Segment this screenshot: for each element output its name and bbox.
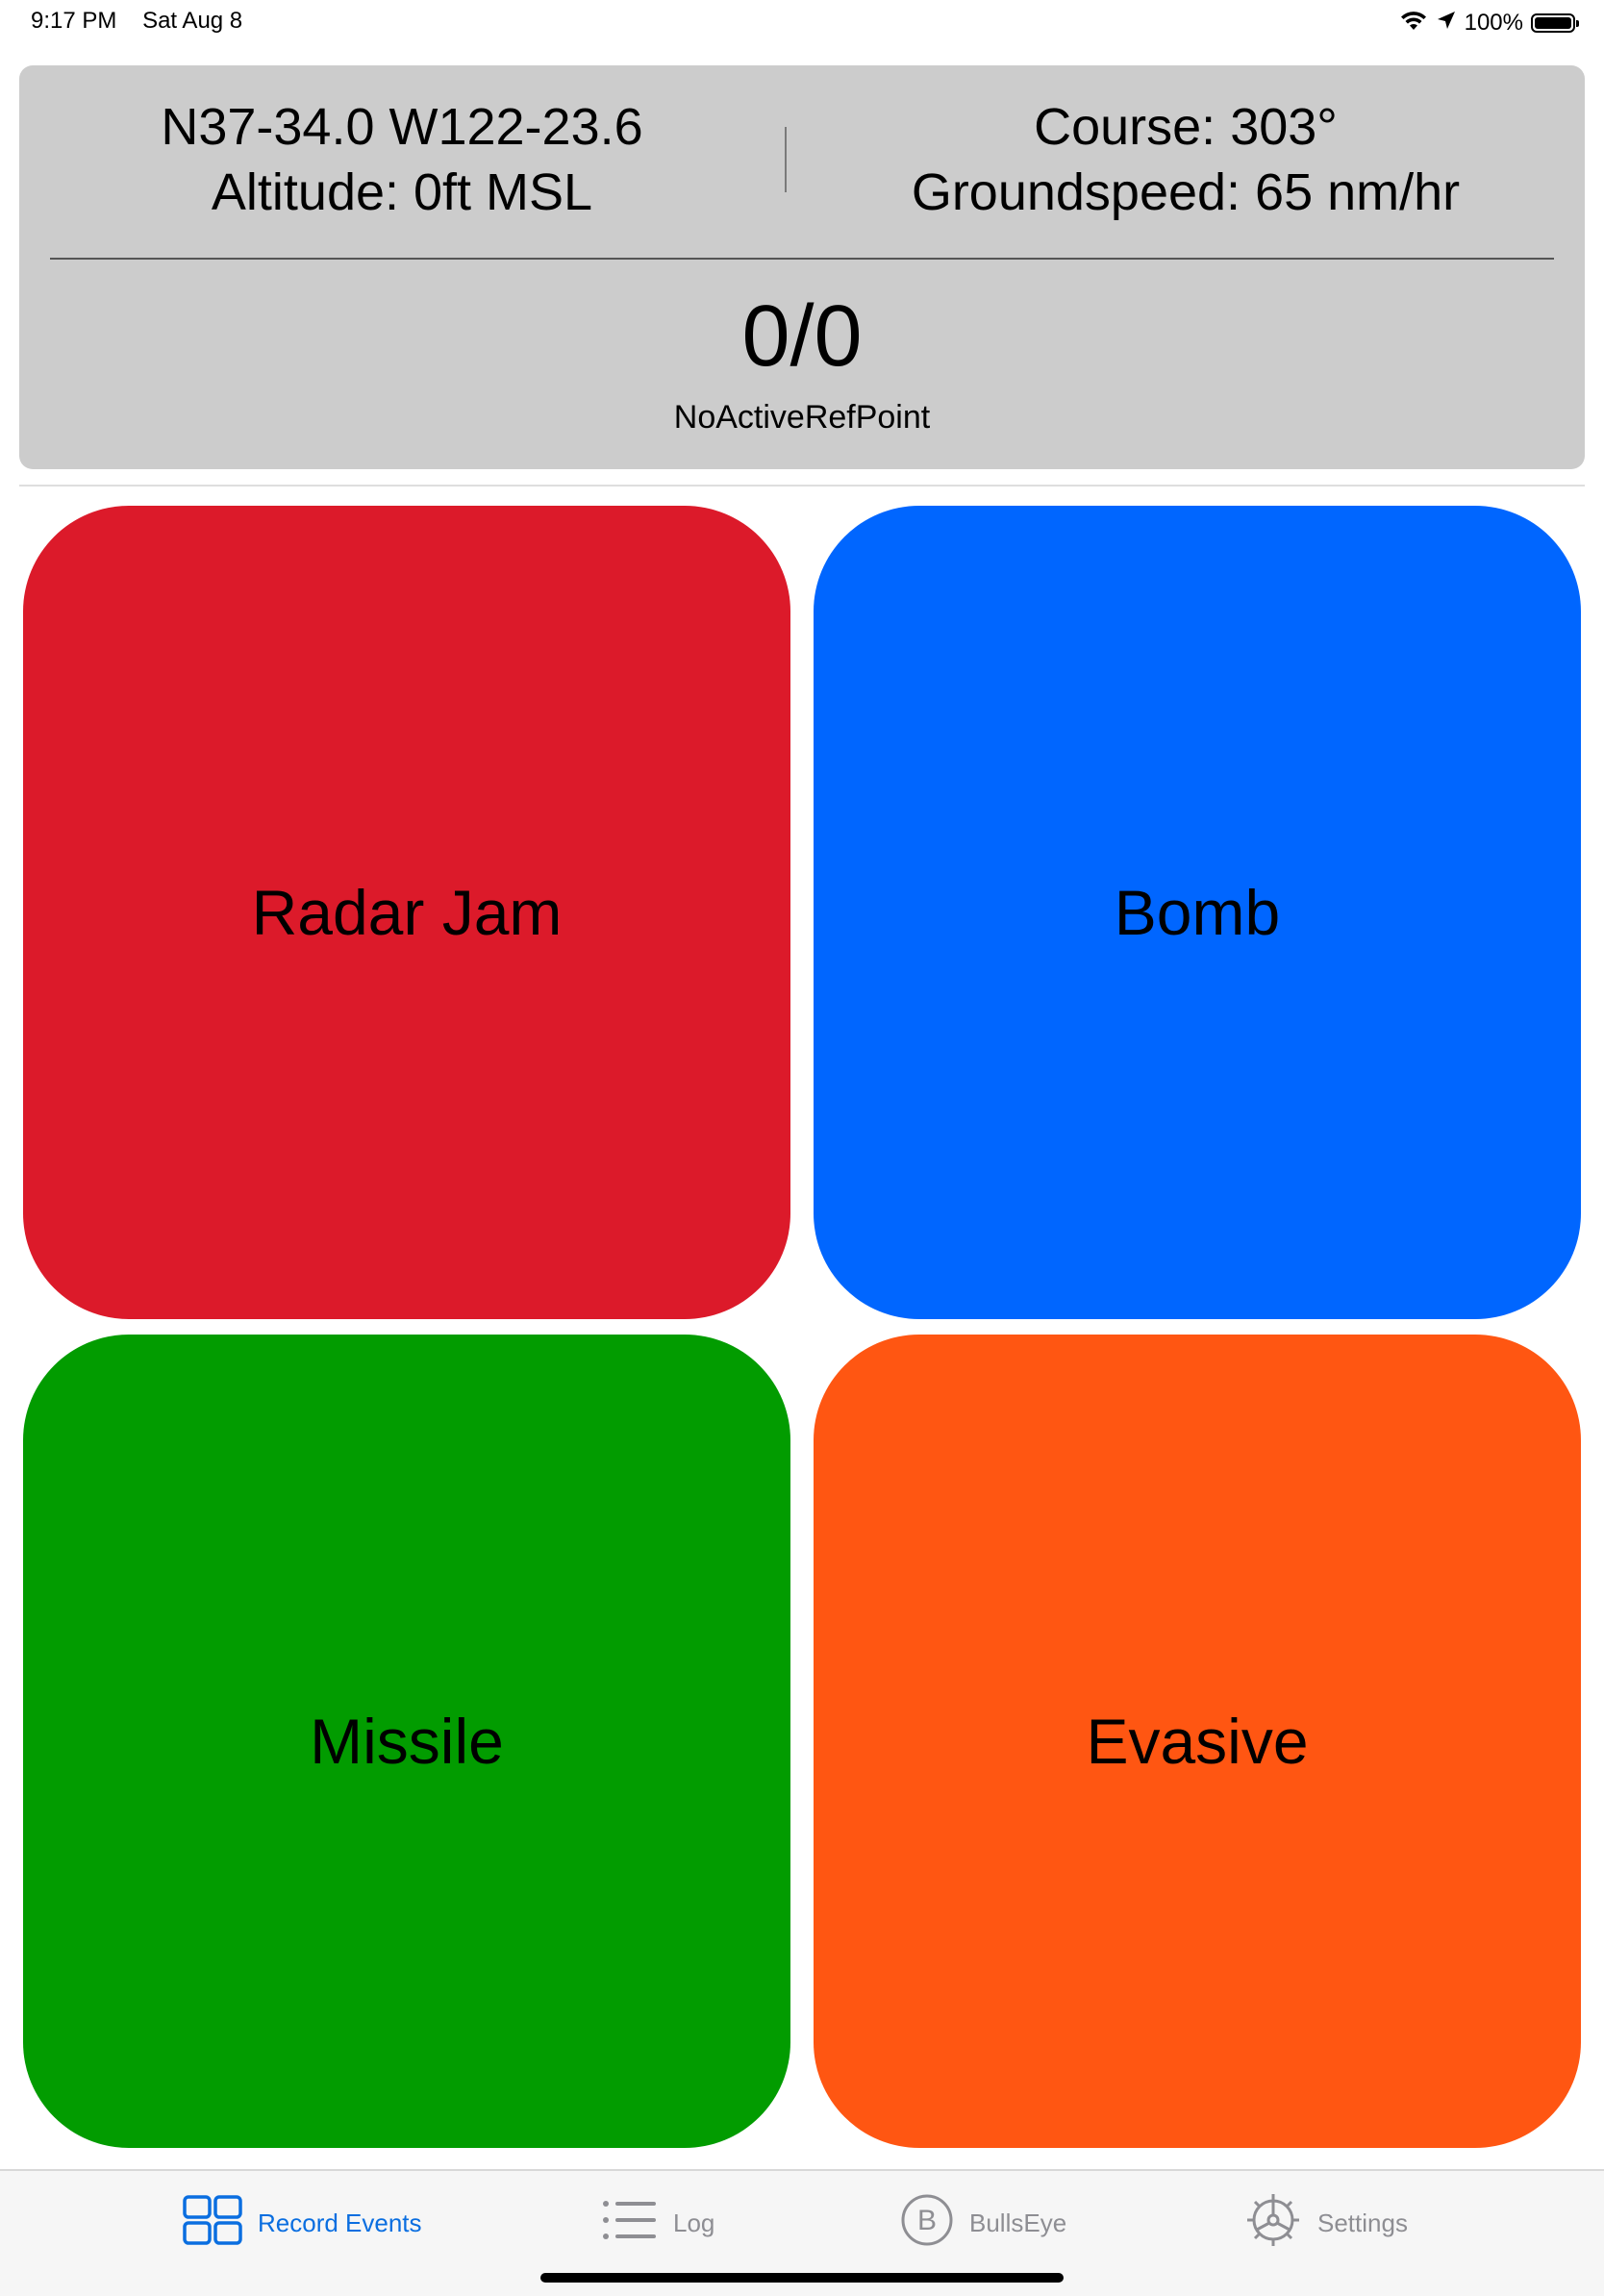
position-block: N37-34.0 W122-23.6 Altitude: 0ft MSL [19,94,785,225]
panel-separator [19,485,1585,487]
horizontal-divider [50,258,1554,260]
status-left: 9:17 PM Sat Aug 8 [31,8,262,35]
missile-button[interactable]: Missile [23,1335,790,2148]
grid-icon [183,2194,242,2252]
ref-point-value: 0/0 [741,288,863,385]
missile-label: Missile [310,1706,504,1777]
wifi-icon [1399,9,1428,38]
svg-text:B: B [917,2205,937,2236]
course-block: Course: 303° Groundspeed: 65 nm/hr [787,94,1585,225]
evasive-button[interactable]: Evasive [814,1335,1581,2148]
status-right: 100% [1399,8,1579,38]
status-date: Sat Aug 8 [142,8,243,34]
location-arrow-icon [1436,10,1457,37]
tab-record-events[interactable]: Record Events [183,2194,422,2252]
tab-bullseye-label: BullsEye [969,2208,1067,2237]
status-time: 9:17 PM [31,8,117,34]
status-bar: 9:17 PM Sat Aug 8 100% [0,0,1604,46]
battery-percent: 100% [1464,10,1523,36]
gear-icon [1244,2191,1302,2256]
tab-log-label: Log [673,2208,715,2237]
course-readout: Course: 303° [1034,98,1338,156]
ref-point-label: NoActiveRefPoint [673,399,931,436]
tab-bullseye[interactable]: B BullsEye [900,2194,1067,2250]
tab-record-events-label: Record Events [258,2208,422,2237]
evasive-label: Evasive [1086,1706,1309,1777]
bomb-label: Bomb [1114,877,1281,948]
altitude-readout: Altitude: 0ft MSL [211,163,593,221]
battery-fill [1535,17,1571,29]
bullseye-b-icon: B [900,2193,954,2254]
tab-settings[interactable]: Settings [1244,2193,1408,2250]
home-indicator [540,2273,1064,2283]
position-coordinates: N37-34.0 W122-23.6 [161,98,643,156]
bomb-button[interactable]: Bomb [814,506,1581,1319]
radar-jam-label: Radar Jam [251,877,563,948]
groundspeed-readout: Groundspeed: 65 nm/hr [911,163,1461,221]
list-icon [602,2199,658,2248]
tab-log[interactable]: Log [602,2196,714,2250]
nav-info-panel: N37-34.0 W122-23.6 Altitude: 0ft MSL Cou… [19,65,1585,469]
battery-icon [1531,13,1579,33]
tab-settings-label: Settings [1317,2208,1408,2237]
radar-jam-button[interactable]: Radar Jam [23,506,790,1319]
